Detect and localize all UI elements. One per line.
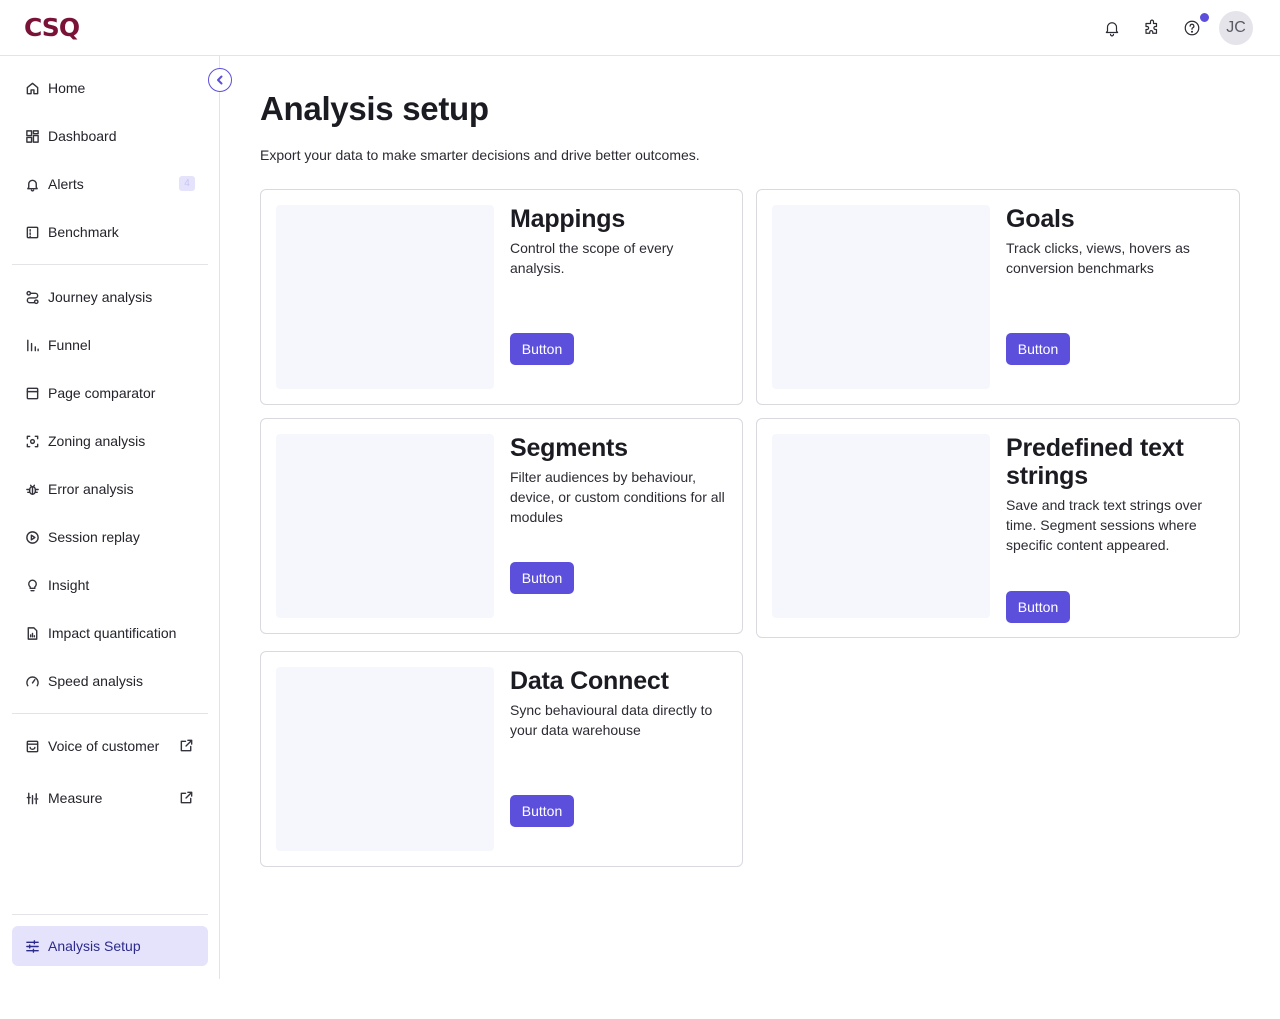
funnel-icon [24, 337, 40, 353]
card-description: Sync behavioural data directly to your d… [510, 702, 713, 738]
benchmark-icon [24, 224, 40, 240]
sidebar-item-label: Speed analysis [48, 673, 143, 689]
sidebar-item-label: Impact quantification [48, 625, 177, 641]
setup-card-predefined-text-strings: Predefined text strings Save and track t… [756, 418, 1240, 638]
card-image-placeholder [772, 434, 990, 618]
notification-dot [1199, 12, 1210, 23]
play-icon [24, 529, 40, 545]
card-body: Goals Track clicks, views, hovers as con… [1006, 205, 1225, 278]
mappings-button[interactable]: Button [510, 333, 574, 365]
setup-card-goals: Goals Track clicks, views, hovers as con… [756, 189, 1240, 405]
sidebar-item-label: Measure [48, 790, 103, 806]
sidebar-item-label: Dashboard [48, 128, 117, 144]
home-icon [24, 80, 40, 96]
sidebar-item-home[interactable]: Home [12, 68, 208, 108]
external-link-icon [179, 790, 195, 806]
sidebar-item-error-analysis[interactable]: Error analysis [12, 469, 208, 509]
sidebar-item-label: Benchmark [48, 224, 119, 240]
sidebar-item-label: Session replay [48, 529, 140, 545]
report-icon [24, 625, 40, 641]
sidebar-item-funnel[interactable]: Funnel [12, 325, 208, 365]
bug-icon [24, 481, 40, 497]
bell-icon [24, 176, 40, 192]
bell-icon[interactable] [1102, 18, 1122, 38]
sliders-icon [24, 938, 40, 954]
card-body: Data Connect Sync behavioural data direc… [510, 667, 728, 740]
sidebar-item-label: Voice of customer [48, 738, 160, 754]
sidebar-item-page-comparator[interactable]: Page comparator [12, 373, 208, 413]
measure-icon [24, 790, 40, 806]
sidebar-divider [12, 914, 208, 915]
puzzle-icon[interactable] [1142, 18, 1162, 38]
segments-button[interactable]: Button [510, 562, 574, 594]
card-description: Save and track text strings over time. S… [1006, 497, 1203, 553]
journey-icon [24, 289, 40, 305]
card-image-placeholder [772, 205, 990, 389]
card-title: Predefined text strings [1006, 434, 1184, 490]
sidebar-divider [12, 713, 208, 714]
collapse-sidebar-button[interactable] [208, 68, 232, 92]
sidebar-item-measure[interactable]: Measure [12, 778, 208, 818]
top-actions: JC [1102, 11, 1253, 45]
sidebar-item-impact-quantification[interactable]: Impact quantification [12, 613, 208, 653]
help-icon[interactable] [1182, 12, 1210, 38]
sidebar-item-dashboard[interactable]: Dashboard [12, 116, 208, 156]
zoning-icon [24, 433, 40, 449]
sidebar-divider [12, 264, 208, 265]
sidebar-item-label: Zoning analysis [48, 433, 146, 449]
sidebar-item-label: Error analysis [48, 481, 134, 497]
page-subtitle: Export your data to make smarter decisio… [260, 147, 700, 163]
top-bar: CSQ JC [0, 0, 1280, 56]
card-description: Filter audiences by behaviour, device, o… [510, 469, 725, 525]
sidebar: Home Dashboard Alerts 4 Benchmark Journe… [0, 56, 232, 979]
card-description: Track clicks, views, hovers as conversio… [1006, 240, 1190, 276]
sidebar-item-label: Journey analysis [48, 289, 153, 305]
data-connect-button[interactable]: Button [510, 795, 574, 827]
card-body: Segments Filter audiences by behaviour, … [510, 434, 728, 527]
card-body: Predefined text strings Save and track t… [1006, 434, 1225, 555]
sidebar-item-label: Insight [48, 577, 90, 593]
alerts-count-badge: 4 [179, 176, 195, 191]
page-title: Analysis setup [260, 90, 489, 127]
card-title: Segments [510, 434, 628, 462]
card-image-placeholder [276, 434, 494, 618]
sidebar-item-speed-analysis[interactable]: Speed analysis [12, 661, 208, 701]
sidebar-item-analysis-setup[interactable]: Analysis Setup [12, 926, 208, 966]
sidebar-item-insight[interactable]: Insight [12, 565, 208, 605]
card-title: Mappings [510, 205, 626, 233]
setup-card-mappings: Mappings Control the scope of every anal… [260, 189, 743, 405]
external-link-icon [179, 738, 195, 754]
voc-icon [24, 738, 40, 754]
sidebar-item-label: Page comparator [48, 385, 156, 401]
card-body: Mappings Control the scope of every anal… [510, 205, 728, 278]
card-image-placeholder [276, 205, 494, 389]
card-description: Control the scope of every analysis. [510, 240, 674, 276]
sidebar-item-label: Analysis Setup [48, 938, 141, 954]
sidebar-item-label: Funnel [48, 337, 91, 353]
avatar[interactable]: JC [1219, 11, 1253, 45]
sidebar-item-label: Home [48, 80, 86, 96]
sidebar-item-voice-of-customer[interactable]: Voice of customer [12, 726, 208, 766]
csq-logo[interactable]: CSQ [24, 14, 80, 42]
sidebar-item-benchmark[interactable]: Benchmark [12, 212, 208, 252]
dashboard-icon [24, 128, 40, 144]
gauge-icon [24, 673, 40, 689]
sidebar-item-alerts[interactable]: Alerts 4 [12, 164, 208, 204]
sidebar-item-zoning-analysis[interactable]: Zoning analysis [12, 421, 208, 461]
goals-button[interactable]: Button [1006, 333, 1070, 365]
sidebar-item-session-replay[interactable]: Session replay [12, 517, 208, 557]
card-title: Goals [1006, 205, 1075, 233]
setup-card-data-connect: Data Connect Sync behavioural data direc… [260, 651, 743, 867]
card-image-placeholder [276, 667, 494, 851]
lightbulb-icon [24, 577, 40, 593]
predefined-text-strings-button[interactable]: Button [1006, 591, 1070, 623]
card-title: Data Connect [510, 667, 669, 695]
chevron-left-icon [217, 75, 223, 85]
page-comparator-icon [24, 385, 40, 401]
sidebar-item-label: Alerts [48, 176, 84, 192]
sidebar-item-journey-analysis[interactable]: Journey analysis [12, 277, 208, 317]
setup-card-segments: Segments Filter audiences by behaviour, … [260, 418, 743, 634]
